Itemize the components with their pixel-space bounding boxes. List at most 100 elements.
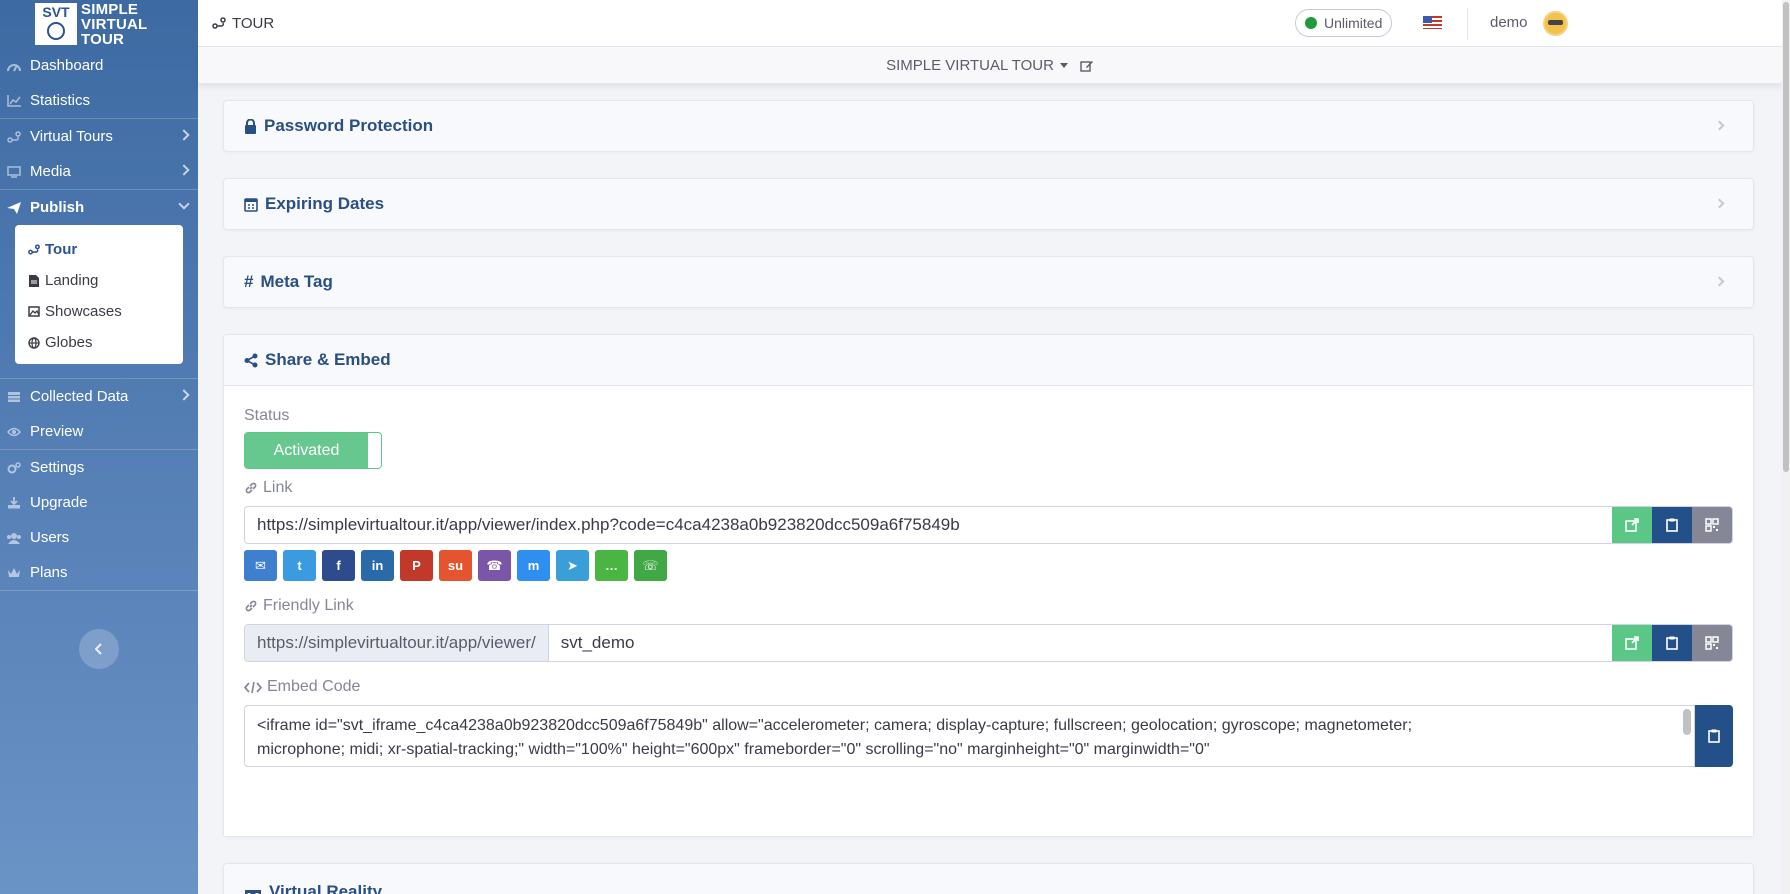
clipboard-icon (1666, 636, 1678, 650)
virtual-reality-header[interactable]: Virtual Reality (224, 864, 1753, 894)
submenu-item-tour[interactable]: Tour (15, 234, 183, 265)
email-icon: ✉ (255, 557, 266, 573)
plan-badge[interactable]: Unlimited (1295, 9, 1393, 37)
sidebar-item-label: Dashboard (30, 57, 104, 74)
open-link-button[interactable] (1612, 507, 1652, 543)
friendly-link-field[interactable]: svt_demo (548, 625, 1612, 661)
submenu-item-landing[interactable]: Landing (15, 265, 183, 296)
pinterest-icon: P (412, 558, 421, 573)
share-facebook-button[interactable]: f (322, 550, 355, 581)
sunglasses-icon (1548, 20, 1563, 25)
sidebar-item-dashboard[interactable]: Dashboard (0, 48, 198, 83)
link-field[interactable]: https://simplevirtualtour.it/app/viewer/… (245, 507, 1612, 543)
divider (1467, 8, 1468, 40)
submenu-label: Showcases (45, 303, 122, 320)
friendly-link-input-group: https://simplevirtualtour.it/app/viewer/… (244, 624, 1733, 662)
sidebar-item-collected-data[interactable]: Collected Data (0, 379, 198, 414)
us-flag-icon[interactable] (1423, 16, 1442, 29)
chevron-right-icon (1714, 276, 1725, 287)
edit-icon[interactable] (1080, 59, 1094, 72)
sidebar-item-label: Plans (30, 564, 68, 581)
meta-tag-card: # Meta Tag (223, 256, 1754, 308)
globe-icon (47, 22, 65, 40)
share-viber-button[interactable]: ☎ (478, 550, 511, 581)
share-email-button[interactable]: ✉ (244, 550, 277, 581)
textarea-scrollbar[interactable] (1683, 709, 1691, 735)
submenu-item-globes[interactable]: Globes (15, 327, 183, 358)
chevron-left-icon (95, 643, 103, 655)
avatar[interactable] (1543, 11, 1568, 36)
plan-badge-label: Unlimited (1324, 15, 1383, 31)
share-embed-header[interactable]: Share & Embed (224, 335, 1753, 385)
link-label-row: Link (244, 479, 1733, 497)
logo-mark-text: SVT (42, 4, 70, 20)
sidebar-item-label: Users (30, 529, 70, 546)
sidebar-item-label: Collected Data (30, 388, 129, 405)
embed-code-group: <iframe id="svt_iframe_c4ca4238a0b923820… (244, 705, 1733, 767)
sidebar-item-virtual-tours[interactable]: Virtual Tours (0, 119, 198, 154)
stumbleupon-icon: su (447, 558, 464, 573)
sidebar-item-plans[interactable]: Plans (0, 555, 198, 590)
embed-code-textarea[interactable]: <iframe id="svt_iframe_c4ca4238a0b923820… (244, 705, 1695, 767)
sms-icon: … (605, 558, 618, 573)
page-scrollbar-thumb[interactable] (1783, 2, 1789, 472)
open-friendly-link-button[interactable] (1612, 625, 1652, 661)
share-twitter-button[interactable]: t (283, 550, 316, 581)
facebook-icon: f (336, 558, 341, 573)
copy-link-button[interactable] (1652, 507, 1692, 543)
share-pinterest-button[interactable]: P (400, 550, 433, 581)
share-linkedin-button[interactable]: in (361, 550, 394, 581)
code-icon (244, 681, 262, 694)
link-input-group: https://simplevirtualtour.it/app/viewer/… (244, 506, 1733, 544)
eye-icon (6, 425, 22, 439)
share-sms-button[interactable]: … (595, 550, 628, 581)
copy-friendly-link-button[interactable] (1652, 625, 1692, 661)
status-toggle-label: Activated (245, 433, 368, 468)
sidebar-item-statistics[interactable]: Statistics (0, 83, 198, 118)
link-icon (244, 481, 258, 495)
expiring-dates-header[interactable]: Expiring Dates (224, 179, 1753, 229)
viber-icon: ☎ (486, 557, 503, 573)
tour-selector[interactable]: SIMPLE VIRTUAL TOUR (886, 57, 1054, 74)
publish-submenu: Tour Landing Showcases Globes (15, 225, 183, 364)
route-icon (27, 244, 41, 255)
sidebar-item-settings[interactable]: Settings (0, 450, 198, 485)
share-whatsapp-button[interactable]: ☏ (634, 550, 667, 581)
sidebar-item-users[interactable]: Users (0, 520, 198, 555)
submenu-item-showcases[interactable]: Showcases (15, 296, 183, 327)
sidebar-toggle-button[interactable] (79, 629, 119, 669)
card-title: Password Protection (264, 116, 434, 135)
status-toggle[interactable]: Activated (244, 432, 382, 469)
embed-code-label-row: Embed Code (244, 678, 1733, 696)
password-protection-header[interactable]: Password Protection (224, 101, 1753, 151)
page-title: TOUR (232, 14, 275, 32)
sidebar-item-publish[interactable]: Publish (0, 190, 198, 225)
share-stumbleupon-button[interactable]: su (439, 550, 472, 581)
gears-icon (6, 461, 22, 475)
user-name[interactable]: demo (1490, 14, 1528, 31)
sidebar-item-preview[interactable]: Preview (0, 414, 198, 449)
qr-code-button[interactable] (1692, 507, 1732, 543)
sidebar-item-upgrade[interactable]: Upgrade (0, 485, 198, 520)
chevron-right-icon (178, 389, 190, 401)
monitor-icon (6, 165, 22, 179)
route-icon (6, 130, 22, 144)
copy-embed-button[interactable] (1695, 705, 1733, 767)
status-toggle-knob (368, 433, 381, 468)
sidebar-item-label: Statistics (30, 92, 91, 109)
paper-plane-icon (6, 201, 22, 215)
share-telegram-button[interactable]: ➤ (556, 550, 589, 581)
chart-icon (6, 94, 22, 108)
virtual-reality-card: Virtual Reality (223, 863, 1754, 894)
share-icon (244, 353, 258, 368)
card-title: Virtual Reality (269, 882, 383, 894)
globe-icon (27, 336, 41, 349)
caret-down-icon[interactable] (1059, 62, 1068, 68)
share-messenger-button[interactable]: m (517, 550, 550, 581)
brand[interactable]: SVT SIMPLE VIRTUAL TOUR (0, 0, 198, 48)
sidebar-item-media[interactable]: Media (0, 154, 198, 189)
app-logo[interactable]: SVT SIMPLE VIRTUAL TOUR (35, 1, 163, 47)
messenger-icon: m (527, 558, 540, 573)
meta-tag-header[interactable]: # Meta Tag (224, 257, 1753, 307)
friendly-qr-code-button[interactable] (1692, 625, 1732, 661)
